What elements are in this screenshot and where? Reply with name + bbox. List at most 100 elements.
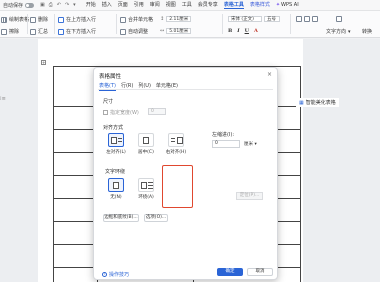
text-direction-button[interactable] (336, 16, 342, 22)
wps-ai-label: WPS AI (281, 2, 299, 8)
preferred-width-input[interactable]: 0 (148, 108, 166, 115)
indent-label: 左缩进(I): (212, 132, 235, 138)
preferred-width-label: 指定宽度(W) (110, 110, 139, 116)
menu-review[interactable]: 审阅 (150, 1, 160, 9)
summary-label: 汇总 (38, 29, 49, 35)
menu-page[interactable]: 页面 (118, 1, 128, 9)
indent-unit-label: 厘米 (244, 142, 253, 147)
eraser-label: 擦除 (9, 29, 20, 35)
format-buttons: B I U A (228, 28, 258, 34)
convert-button[interactable]: 转换 (362, 28, 372, 35)
wrap-around-label: 环绕(A) (138, 195, 154, 200)
close-icon[interactable]: × (267, 71, 272, 78)
auto-fit-button[interactable]: 自动调整 (120, 28, 148, 35)
ai-sparkle-icon: ✦ (275, 2, 281, 8)
menu-table-style[interactable]: 表格样式 (250, 1, 270, 9)
toggle-switch-icon[interactable] (25, 2, 35, 8)
align-left-label: 左对齐(L) (106, 150, 126, 155)
save-icon[interactable]: ▣ (40, 2, 45, 8)
align-right-label: 右对齐(H) (165, 150, 187, 155)
ribbon-divider (222, 14, 223, 34)
chevron-down-icon: ▾ (254, 142, 257, 147)
wrap-none-option[interactable]: 无(N) (104, 178, 128, 200)
autosave-label: 自动保存 (3, 2, 24, 9)
font-controls: 宋体 (正文) 五号 (228, 16, 280, 22)
position-button[interactable]: 定位(P)... (236, 192, 263, 200)
insert-above-icon (58, 16, 64, 23)
smart-beautify-button[interactable]: ▦ 智能美化表格 (296, 98, 339, 107)
width-field[interactable]: 5.01厘米 (166, 28, 192, 34)
print-icon[interactable]: ⎙ (49, 2, 53, 8)
table-move-handle-icon[interactable]: + (41, 60, 46, 65)
underline-button[interactable]: U (245, 28, 249, 34)
dropdown-icon[interactable]: ▾ (73, 2, 76, 8)
smart-beautify-label: 智能美化表格 (305, 100, 336, 106)
summary-button[interactable]: 汇总 (30, 28, 48, 35)
merge-cells-icon (120, 16, 126, 23)
font-size-select[interactable]: 五号 (264, 16, 280, 22)
beautify-icon: ▦ (299, 99, 304, 106)
draw-table-button[interactable]: 绘制表格 (1, 16, 29, 23)
width-spinner[interactable]: ↔ 5.01厘米 (160, 28, 192, 34)
height-spinner[interactable]: ↕ 2.11厘米 (160, 16, 192, 22)
wrap-none-icon (108, 178, 124, 192)
autosave-toggle[interactable]: 自动保存 (3, 2, 35, 9)
auto-fit-icon (120, 28, 126, 35)
summary-icon (30, 28, 36, 35)
paragraph-align-controls (296, 16, 318, 22)
bold-button[interactable]: B (228, 28, 232, 34)
font-color-button[interactable]: A (254, 28, 258, 34)
indent-input[interactable]: 0 (212, 140, 240, 148)
menu-references[interactable]: 引用 (134, 1, 144, 9)
align-right-option[interactable]: 右对齐(H) (164, 133, 188, 155)
insert-row-below-button[interactable]: 在下方插入行 (58, 28, 96, 35)
table-gridline (53, 66, 54, 282)
align-right-icon[interactable] (312, 16, 318, 22)
text-direction-label: 文字方向 (326, 29, 347, 35)
menu-home[interactable]: 开始 (86, 1, 96, 9)
borders-shading-button[interactable]: 边框和底纹(B)... (103, 214, 139, 222)
align-center-option[interactable]: 居中(C) (134, 133, 158, 155)
wrap-none-label: 无(N) (110, 195, 122, 200)
menu-insert[interactable]: 插入 (102, 1, 112, 9)
paragraph-mark-icon: ⁞≡ (0, 96, 6, 102)
wrap-highlight-box (162, 165, 193, 208)
options-button[interactable]: 选项(O)... (144, 214, 168, 222)
preferred-width-checkbox-row[interactable]: 指定宽度(W) (103, 109, 139, 116)
undo-icon[interactable]: ↶ (57, 2, 61, 8)
convert-label: 转换 (362, 29, 373, 35)
height-field[interactable]: 2.11厘米 (166, 16, 192, 22)
wrap-around-option[interactable]: 环绕(A) (134, 178, 158, 200)
delete-label: 删除 (38, 17, 49, 23)
alignment-section-label: 对齐方式 (103, 125, 124, 131)
tips-label: 操作技巧 (109, 272, 130, 278)
tips-link[interactable]: ? 操作技巧 (102, 271, 129, 278)
align-center-icon[interactable] (304, 16, 310, 22)
indent-unit-select[interactable]: 厘米 ▾ (244, 141, 257, 147)
redo-icon[interactable]: ↷ (65, 2, 69, 8)
text-direction-label-button[interactable]: 文字方向 ▾ (326, 28, 351, 36)
italic-button[interactable]: I (237, 28, 239, 34)
ribbon-divider (116, 14, 117, 34)
preferred-width-checkbox[interactable] (103, 110, 108, 115)
wrap-section-label: 文字环绕 (105, 169, 126, 175)
ok-button[interactable]: 确定 (217, 268, 243, 276)
menu-view[interactable]: 视图 (166, 1, 176, 9)
menu-tools[interactable]: 工具 (182, 1, 192, 9)
draw-table-icon (1, 16, 7, 23)
font-name-select[interactable]: 宋体 (正文) (228, 16, 262, 22)
help-icon: ? (102, 272, 107, 277)
width-icon: ↔ (160, 28, 165, 34)
dialog-title: 表格属性 (99, 74, 122, 80)
align-left-icon[interactable] (296, 16, 302, 22)
cancel-button[interactable]: 取消 (247, 268, 273, 276)
insert-row-above-button[interactable]: 在上方插入行 (58, 16, 96, 23)
eraser-button[interactable]: 擦除 (1, 28, 19, 35)
menu-member[interactable]: 会员专享 (198, 1, 218, 9)
menu-wps-ai[interactable]: ✦ WPS AI (276, 1, 299, 9)
menu-table-tools[interactable]: 表格工具 (223, 1, 244, 9)
merge-cells-button[interactable]: 合并单元格 (120, 16, 153, 23)
align-left-option[interactable]: 左对齐(L) (104, 133, 128, 155)
delete-button[interactable]: 删除 (30, 16, 48, 23)
align-center-icon (138, 133, 154, 147)
